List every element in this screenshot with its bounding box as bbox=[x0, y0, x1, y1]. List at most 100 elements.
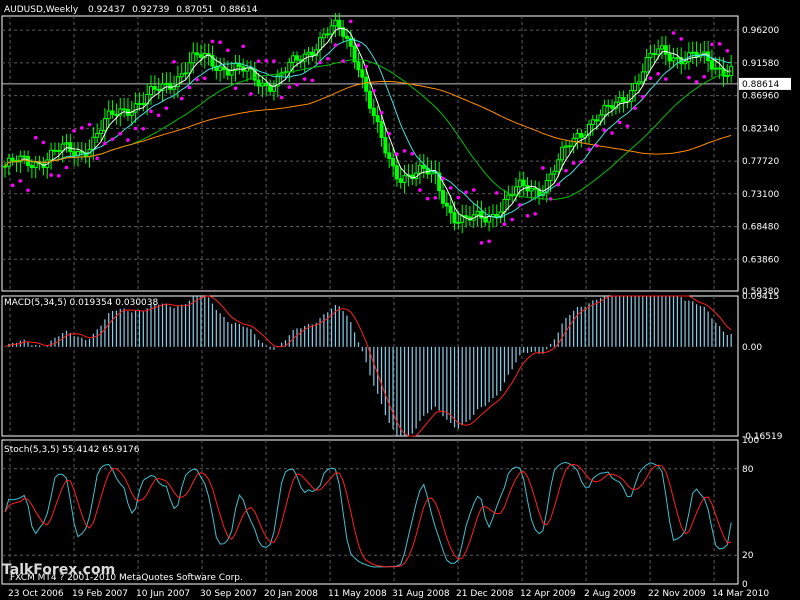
sar-dot bbox=[579, 160, 584, 164]
candle-body bbox=[402, 175, 407, 183]
sar-dot bbox=[364, 64, 368, 69]
sar-dot bbox=[710, 42, 714, 47]
macd-signal-line bbox=[4, 295, 732, 437]
candle-body bbox=[325, 33, 330, 36]
macd-tick-label: 0.00 bbox=[742, 343, 762, 353]
sar-dot bbox=[187, 85, 192, 90]
stoch-k-line bbox=[4, 461, 732, 568]
macd-title: MACD(5,34,5) 0.019354 0.030038 bbox=[4, 298, 159, 308]
candle-body bbox=[683, 61, 688, 65]
candle-body bbox=[371, 107, 376, 117]
candle-body bbox=[164, 82, 169, 85]
candle-body bbox=[137, 103, 142, 106]
sar-dot bbox=[287, 85, 292, 89]
sar-dot bbox=[687, 75, 691, 80]
sar-dot bbox=[564, 168, 568, 173]
macd-tick-label: 0.09415 bbox=[742, 292, 779, 302]
candle-body bbox=[268, 85, 273, 92]
candle-body bbox=[91, 136, 96, 150]
sar-dot bbox=[279, 95, 284, 100]
candle-body bbox=[122, 108, 127, 111]
ohlc-close: 0.88614 bbox=[220, 5, 257, 15]
candle-body bbox=[106, 110, 111, 120]
candle-body bbox=[364, 76, 369, 92]
sar-dot bbox=[172, 59, 176, 64]
sar-dot bbox=[333, 43, 338, 47]
ohlc-open: 0.92437 bbox=[88, 5, 125, 15]
sar-dot bbox=[671, 31, 676, 35]
sar-dot bbox=[487, 239, 491, 244]
candle-body bbox=[72, 151, 77, 157]
candle-body bbox=[306, 51, 311, 55]
candle-body bbox=[102, 118, 107, 131]
candle-body bbox=[717, 67, 722, 70]
candle-body bbox=[52, 149, 57, 152]
candle-body bbox=[575, 133, 580, 139]
sar-dot bbox=[233, 86, 238, 91]
sar-dot bbox=[18, 179, 23, 183]
candle-body bbox=[387, 152, 392, 159]
candle-body bbox=[444, 202, 449, 207]
candle-body bbox=[356, 61, 361, 71]
x-tick-label: 31 Aug 2008 bbox=[392, 589, 450, 599]
x-tick-label: 30 Sep 2007 bbox=[200, 589, 257, 599]
candle-body bbox=[475, 210, 480, 216]
candle-body bbox=[671, 57, 676, 62]
candle-body bbox=[644, 56, 649, 73]
price-tick-label: 0.68480 bbox=[742, 223, 779, 233]
sar-dot bbox=[648, 76, 653, 81]
candle-body bbox=[675, 57, 680, 60]
price-tick-label: 0.96200 bbox=[742, 26, 779, 36]
sar-dot bbox=[494, 191, 499, 195]
ohlc-readout: 0.92437 0.92739 0.87051 0.88614 bbox=[88, 5, 258, 15]
chart-root: 0.96200 0.91580 0.86960 0.82340 0.77720 0.731… bbox=[1, 5, 791, 599]
sar-dot bbox=[410, 151, 415, 156]
sar-dot bbox=[402, 149, 407, 153]
candle-body bbox=[183, 72, 188, 75]
sar-dot bbox=[633, 106, 637, 111]
sar-dot bbox=[594, 143, 599, 148]
candle-body bbox=[114, 113, 119, 116]
sar-dot bbox=[518, 203, 522, 207]
candle-body bbox=[621, 97, 626, 103]
candle-body bbox=[725, 75, 730, 78]
candle-body bbox=[141, 103, 146, 106]
candle-body bbox=[99, 129, 104, 135]
candle-body bbox=[295, 55, 299, 61]
candle-body bbox=[3, 165, 7, 168]
sar-dot bbox=[656, 71, 660, 76]
ohlc-high: 0.92739 bbox=[132, 5, 169, 15]
sar-dot bbox=[356, 43, 361, 47]
sar-dot bbox=[118, 131, 123, 136]
candle-body bbox=[291, 55, 296, 63]
x-tick-label: 12 Apr 2009 bbox=[520, 589, 576, 599]
sar-dot bbox=[602, 128, 607, 132]
sar-dot bbox=[133, 126, 138, 131]
stoch-tick-label: 80 bbox=[742, 465, 754, 475]
sar-dot bbox=[110, 137, 115, 141]
candle-body bbox=[149, 86, 153, 96]
ma-fast-line bbox=[4, 27, 732, 221]
candle-body bbox=[571, 137, 576, 147]
sar-dot bbox=[525, 213, 530, 218]
sar-dot bbox=[640, 94, 645, 99]
x-tick-label: 2 Aug 2009 bbox=[584, 589, 636, 599]
candle-body bbox=[648, 52, 653, 58]
stoch-d-line bbox=[4, 463, 732, 568]
sar-dot bbox=[302, 77, 307, 81]
x-tick-label: 20 Jan 2008 bbox=[264, 589, 318, 599]
sar-dot bbox=[694, 79, 699, 84]
candle-body bbox=[260, 82, 265, 87]
sar-dot bbox=[433, 196, 438, 200]
sar-dot bbox=[87, 122, 92, 127]
candle-body bbox=[417, 164, 422, 174]
candle-body bbox=[187, 62, 192, 74]
sar-dot bbox=[179, 96, 184, 101]
candle-body bbox=[660, 45, 664, 50]
candle-body bbox=[383, 137, 388, 154]
candle-body bbox=[448, 205, 453, 214]
candle-body bbox=[391, 157, 396, 167]
sar-dot bbox=[26, 188, 30, 193]
candle-body bbox=[667, 53, 672, 62]
candle-body bbox=[429, 171, 434, 175]
